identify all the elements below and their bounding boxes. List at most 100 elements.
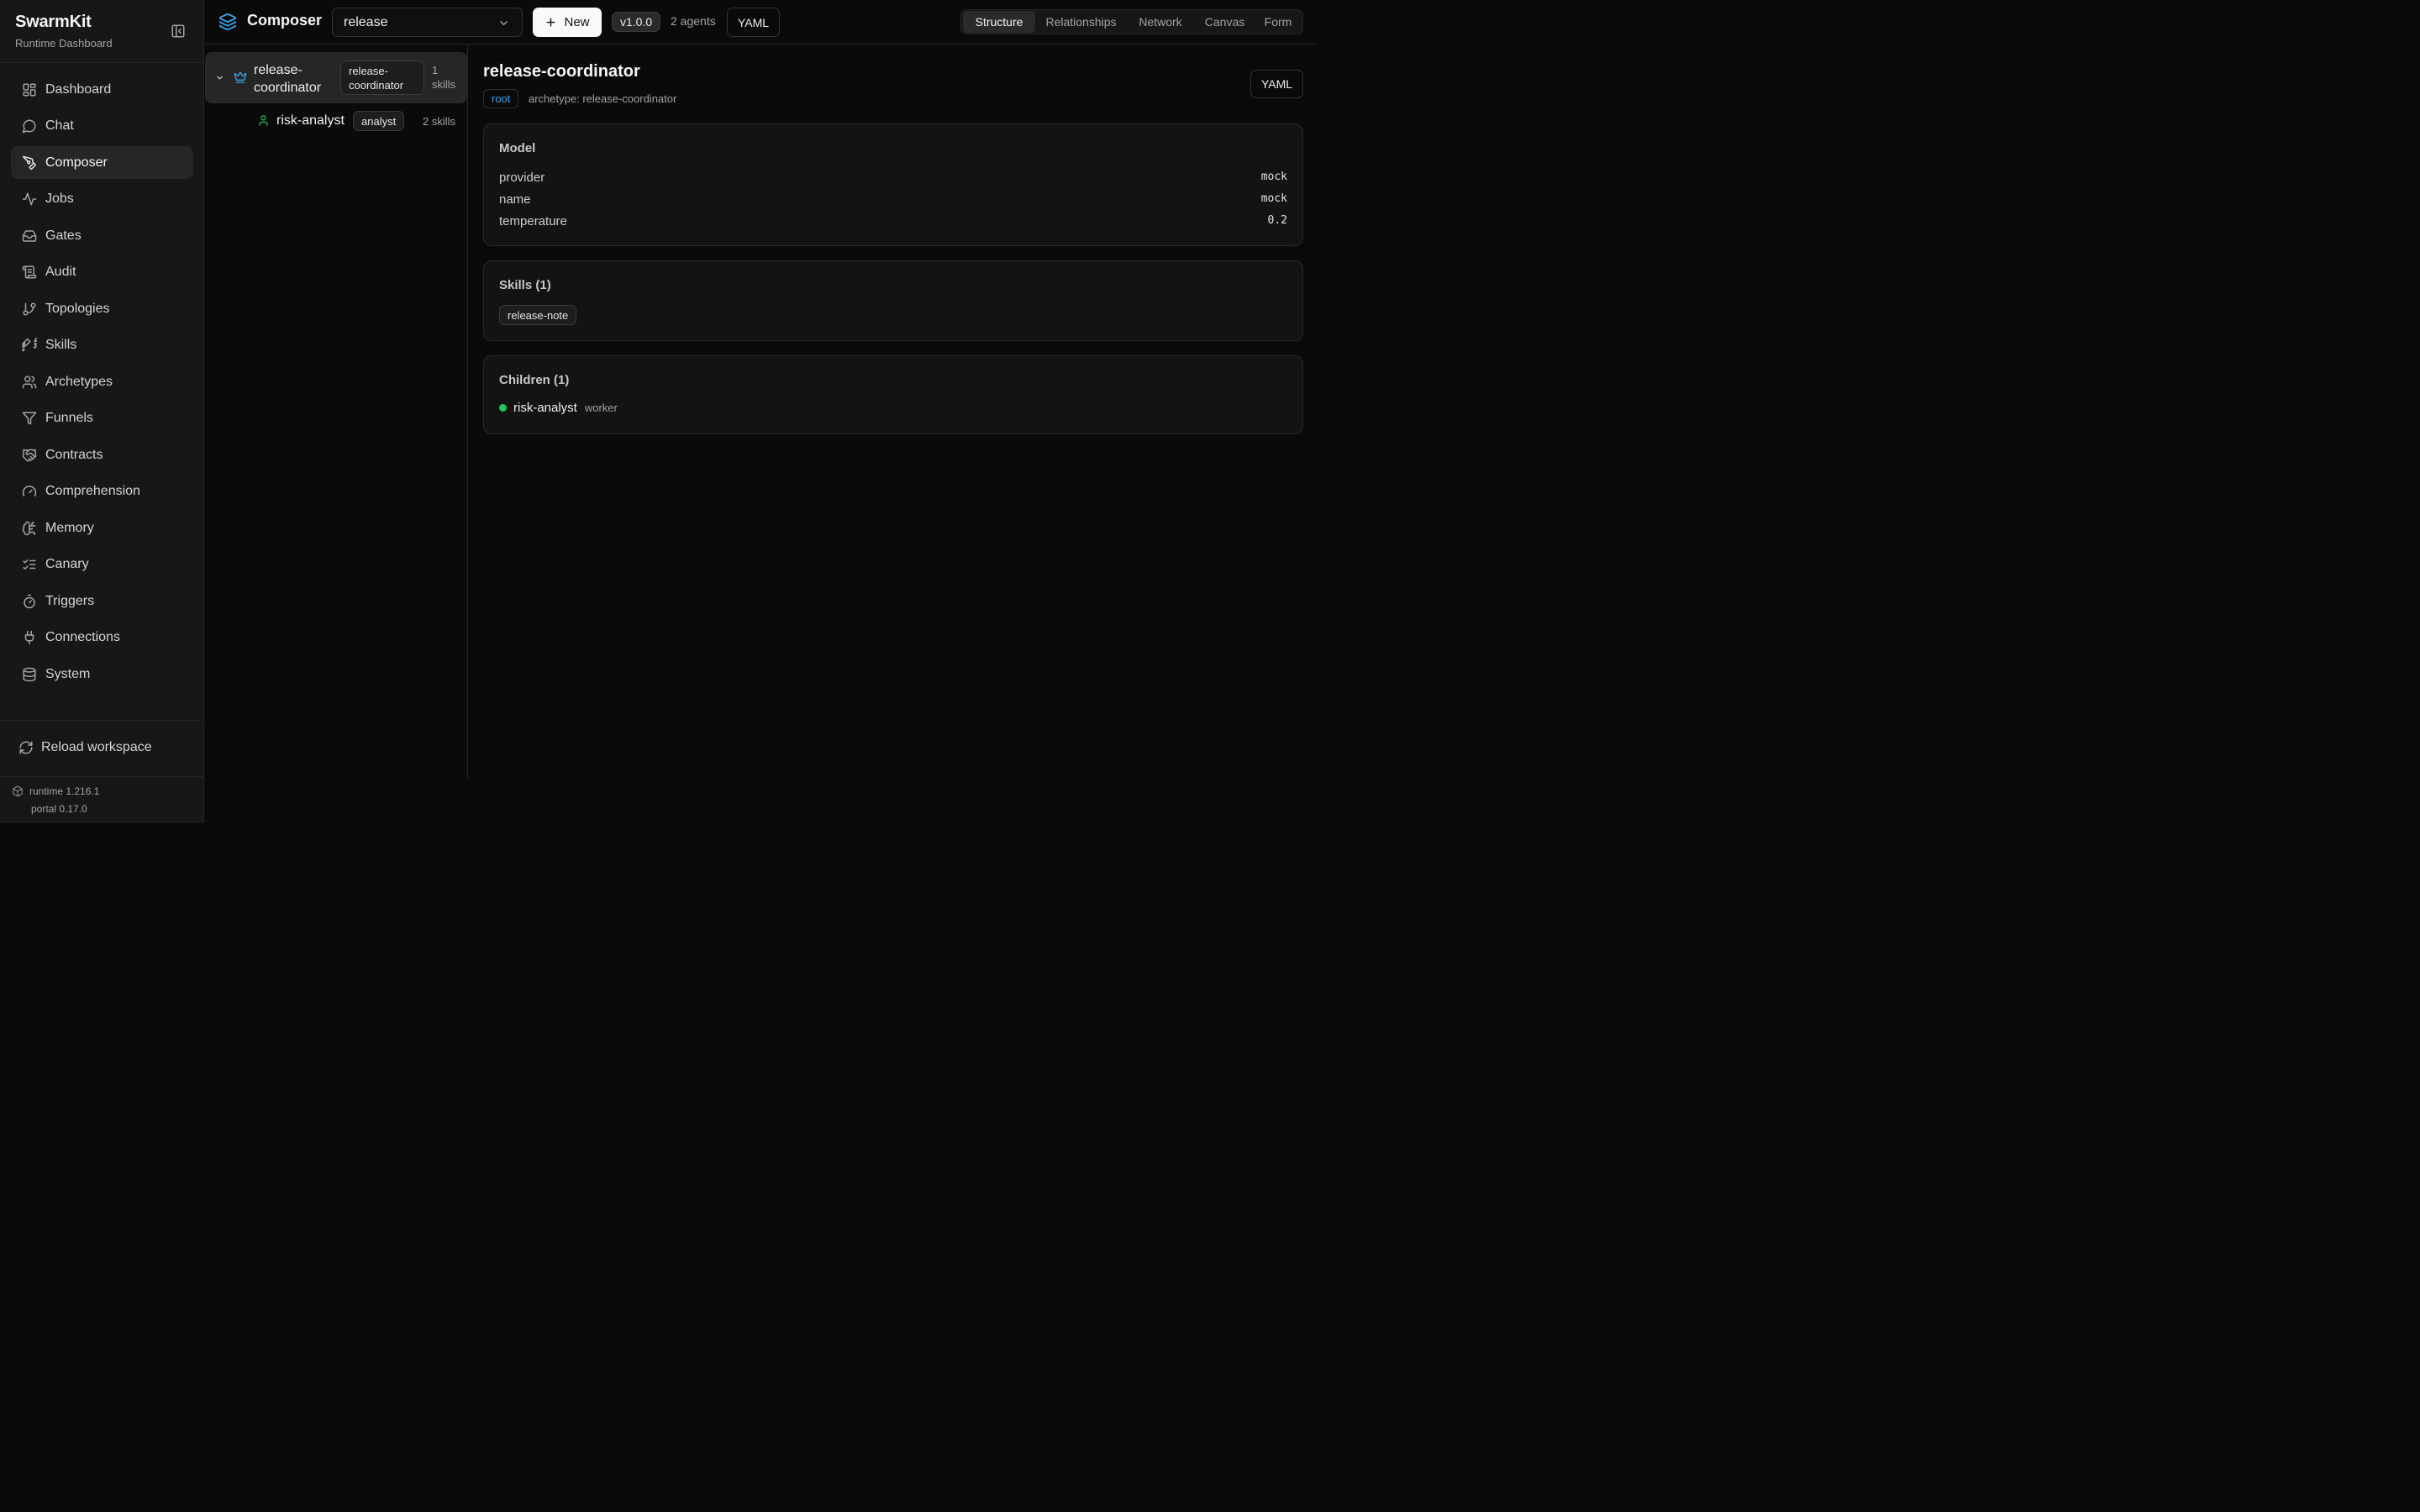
field-key: name — [499, 192, 531, 207]
model-field: name mock — [499, 192, 1287, 209]
sidebar-item-canary[interactable]: Canary — [11, 549, 193, 581]
sidebar-nav: Dashboard Chat Composer Jobs Gates Audit… — [11, 73, 193, 695]
sidebar-item-jobs[interactable]: Jobs — [11, 183, 193, 216]
field-key: temperature — [499, 214, 567, 228]
sidebar-item-archetypes[interactable]: Archetypes — [11, 365, 193, 398]
sidebar-item-label: Comprehension — [45, 484, 140, 498]
list-checks-icon — [23, 559, 36, 570]
sidebar-item-dashboard[interactable]: Dashboard — [11, 73, 193, 106]
sidebar-item-gates[interactable]: Gates — [11, 219, 193, 252]
tree-node-root[interactable]: release- coordinator release- coordinato… — [205, 52, 467, 103]
tab-network[interactable]: Network — [1127, 11, 1194, 33]
model-card: Model provider mock name mock temperatur… — [483, 123, 1303, 246]
archetype-badge: analyst — [353, 111, 405, 131]
child-item[interactable]: risk-analyst worker — [499, 401, 618, 415]
sidebar-item-system[interactable]: System — [11, 658, 193, 690]
sidebar-item-label: Triggers — [45, 593, 95, 608]
sidebar-item-label: Gates — [45, 228, 82, 243]
model-field: provider mock — [499, 171, 1287, 187]
sidebar-divider — [0, 62, 204, 63]
yaml-button[interactable]: YAML — [1250, 70, 1303, 98]
skills-card: Skills (1) release-note — [483, 260, 1303, 341]
sidebar-item-label: Dashboard — [45, 81, 112, 97]
sidebar-collapse-button[interactable] — [169, 22, 187, 40]
sidebar-item-label: Audit — [45, 265, 76, 279]
yaml-button[interactable]: YAML — [727, 8, 780, 37]
sidebar-item-memory[interactable]: Memory — [11, 512, 193, 544]
tab-structure[interactable]: Structure — [963, 11, 1035, 33]
skills-count: 1 skills — [432, 63, 462, 92]
card-title: Skills (1) — [499, 278, 551, 292]
sidebar-item-label: Contracts — [45, 447, 103, 462]
sidebar-item-contracts[interactable]: Contracts — [11, 438, 193, 471]
agent-title: release-coordinator — [483, 62, 640, 81]
child-name: risk-analyst — [513, 401, 577, 415]
sidebar-item-audit[interactable]: Audit — [11, 256, 193, 289]
tree-node-name: release- coordinator — [254, 61, 334, 97]
view-tabs: Structure Relationships Network Canvas F… — [960, 9, 1303, 34]
children-card: Children (1) risk-analyst worker — [483, 355, 1303, 434]
layers-icon — [218, 13, 237, 31]
archetype-badge-line: coordinator — [349, 79, 404, 92]
tab-form[interactable]: Form — [1255, 11, 1301, 33]
inbox-icon — [22, 229, 37, 242]
new-button[interactable]: New — [533, 8, 602, 37]
brain-icon — [22, 521, 36, 535]
field-value: 0.2 — [1267, 214, 1287, 227]
skills-count-line: skills — [432, 78, 456, 91]
status-dot — [499, 404, 507, 412]
scroll-icon — [22, 265, 37, 279]
runtime-version: runtime 1.216.1 — [29, 785, 100, 797]
reload-workspace-button[interactable]: Reload workspace — [11, 731, 193, 764]
chevron-down-icon — [500, 21, 508, 25]
version-badge: v1.0.0 — [612, 12, 661, 32]
card-title: Children (1) — [499, 373, 570, 387]
plug-icon — [24, 630, 34, 645]
sidebar-item-triggers[interactable]: Triggers — [11, 585, 193, 617]
sidebar-item-label: System — [45, 666, 91, 681]
field-value: mock — [1260, 192, 1287, 205]
sidebar-item-funnels[interactable]: Funnels — [11, 402, 193, 435]
skill-chip[interactable]: release-note — [499, 305, 577, 325]
tab-relationships[interactable]: Relationships — [1035, 11, 1127, 33]
tab-canvas[interactable]: Canvas — [1194, 11, 1255, 33]
reload-workspace-label: Reload workspace — [41, 740, 152, 754]
message-circle-icon — [22, 119, 36, 134]
sidebar-item-label: Composer — [45, 155, 108, 170]
topology-select-value: release — [344, 14, 388, 29]
sidebar-item-comprehension[interactable]: Comprehension — [11, 475, 193, 508]
portal-version: portal 0.17.0 — [31, 803, 87, 815]
panel-left-icon — [171, 24, 185, 38]
brand-subtitle: Runtime Dashboard — [15, 37, 113, 50]
activity-icon — [22, 192, 37, 206]
sidebar-item-topologies[interactable]: Topologies — [11, 292, 193, 325]
sidebar-item-label: Topologies — [45, 301, 110, 316]
sidebar-item-connections[interactable]: Connections — [11, 622, 193, 654]
tree-node-name-line: release- — [254, 63, 302, 77]
package-icon — [13, 785, 23, 797]
sidebar-item-label: Funnels — [45, 411, 93, 425]
puzzle-icon — [22, 338, 37, 352]
brand-title: SwarmKit — [15, 13, 92, 31]
sidebar-item-label: Chat — [45, 118, 74, 133]
user-icon — [259, 115, 268, 126]
chevron-down-icon[interactable] — [215, 73, 224, 82]
sidebar-item-label: Memory — [45, 520, 94, 535]
topbar: Composer release New v1.0.0 2 agents YAM… — [205, 0, 1318, 45]
sidebar-item-composer[interactable]: Composer — [11, 146, 193, 179]
root-badge: root — [483, 89, 519, 108]
skills-count-line: 1 — [432, 64, 439, 76]
sidebar-item-chat[interactable]: Chat — [11, 110, 193, 143]
refresh-icon — [19, 741, 33, 754]
funnel-icon — [22, 412, 37, 425]
agent-tree: release- coordinator release- coordinato… — [205, 45, 468, 780]
tree-node-name: risk-analyst — [276, 113, 345, 128]
tree-node-name-line: coordinator — [254, 81, 322, 95]
tree-node-child[interactable]: risk-analyst analyst 2 skills — [205, 108, 467, 134]
pen-tool-icon — [22, 155, 36, 170]
archetype-badge-line: release- — [349, 65, 388, 77]
sidebar-item-skills[interactable]: Skills — [11, 329, 193, 362]
sidebar-divider — [0, 720, 204, 721]
topology-select[interactable]: release — [332, 8, 523, 37]
sidebar-item-label: Connections — [45, 630, 120, 644]
